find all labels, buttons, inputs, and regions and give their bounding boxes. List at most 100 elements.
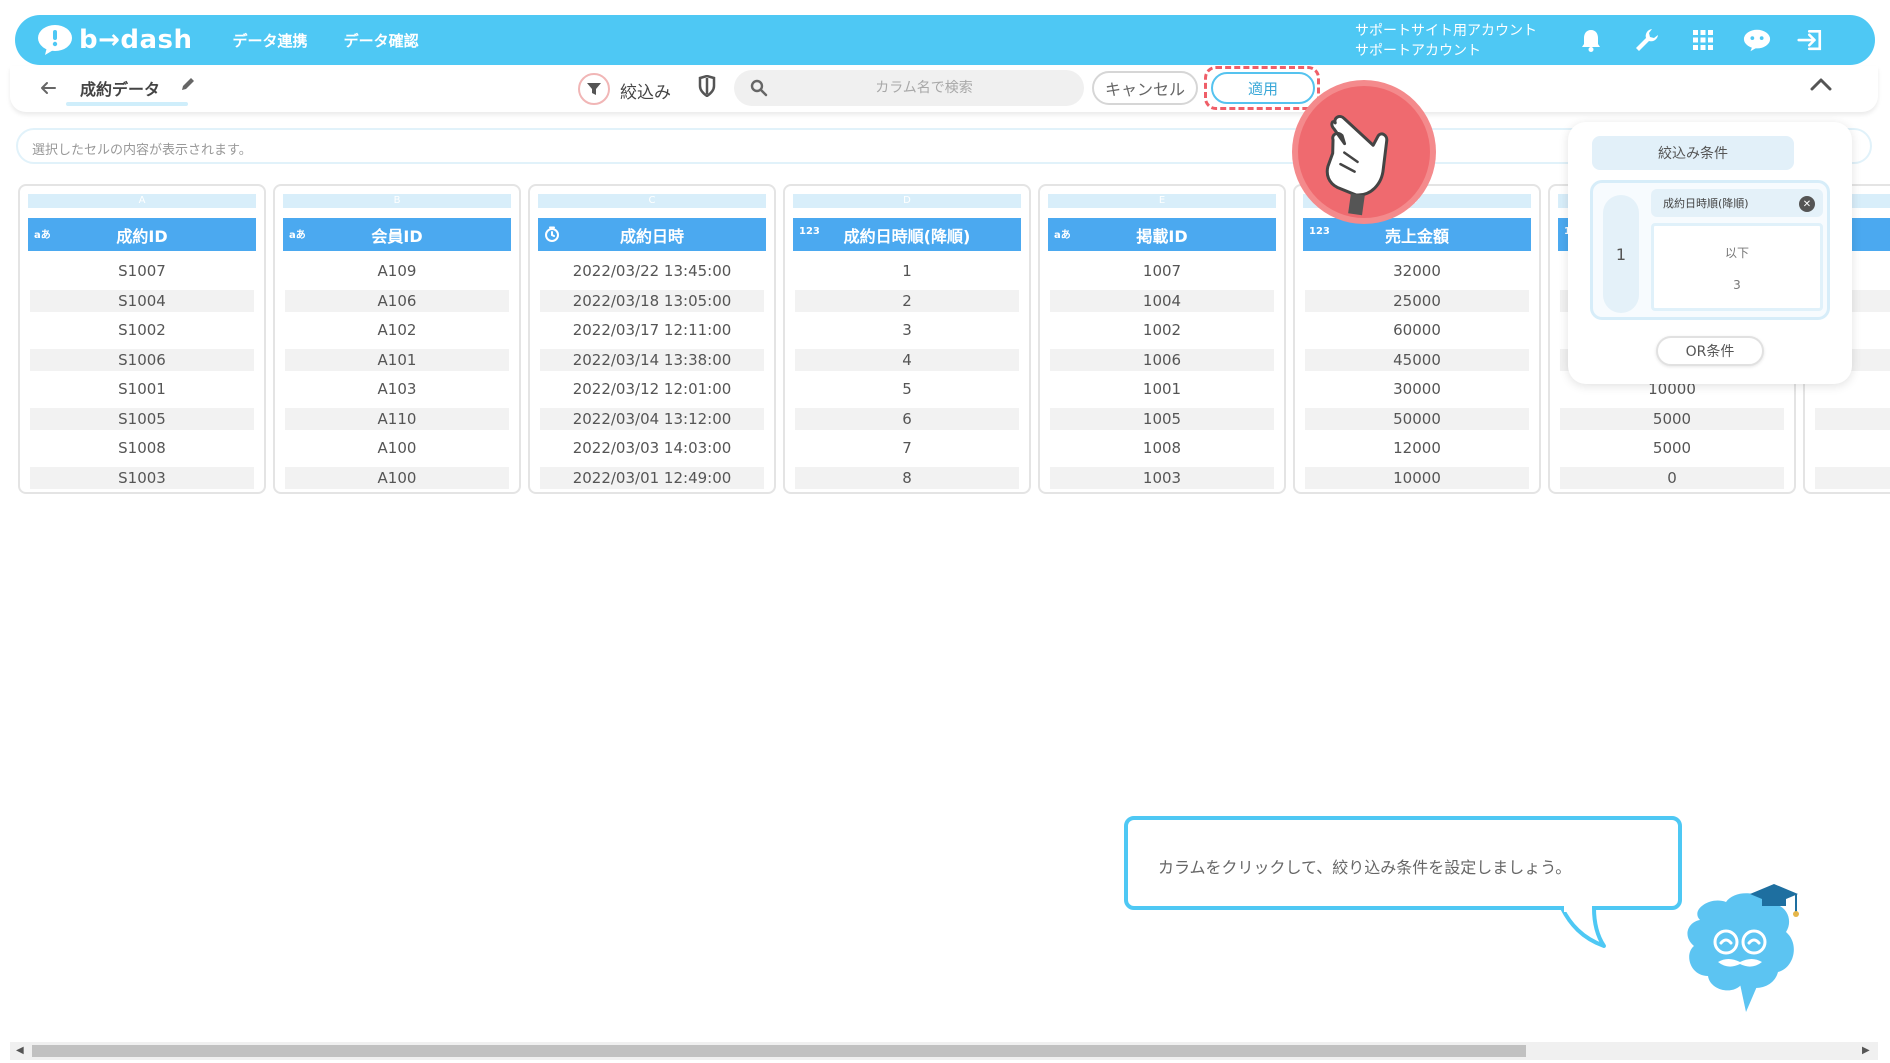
table-cell[interactable]: 1005 (1050, 408, 1274, 430)
condition-value-box[interactable]: 以下 3 (1651, 223, 1823, 311)
column-header[interactable]: 成約日時 (538, 218, 766, 251)
table-cell[interactable]: 1004 (1050, 290, 1274, 312)
table-cell[interactable]: 1003 (1050, 467, 1274, 489)
shield-icon[interactable] (698, 74, 716, 101)
table-cell[interactable]: 45000 (1305, 349, 1529, 371)
table-cell[interactable]: 25000 (1305, 290, 1529, 312)
table-cell[interactable]: 5 (795, 378, 1019, 400)
table-cell[interactable]: A106 (285, 290, 509, 312)
logo[interactable]: b→dash (35, 23, 193, 57)
condition-field[interactable]: 成約日時順(降順) (1651, 189, 1823, 217)
wrench-icon[interactable] (1633, 26, 1661, 54)
remove-condition-icon[interactable]: ✕ (1799, 196, 1815, 212)
table-cell[interactable]: 5000 (1560, 408, 1784, 430)
table-cell[interactable]: 32000 (1305, 260, 1529, 282)
table-cell[interactable]: 60000 (1305, 319, 1529, 341)
guide-text: カラムをクリックして、絞り込み条件を設定しましょう。 (1158, 858, 1572, 877)
table-cell[interactable]: A109 (285, 260, 509, 282)
column-header[interactable]: 123 成約日時順(降順) (793, 218, 1021, 251)
table-cell[interactable]: 2022/03/01 12:49:00 (540, 467, 764, 489)
or-condition-button[interactable]: OR条件 (1656, 336, 1764, 366)
chat-icon[interactable] (1743, 26, 1771, 54)
back-icon[interactable] (40, 76, 56, 100)
scroll-right-icon[interactable]: ▶ (1862, 1045, 1870, 1056)
column-card[interactable]: Eaあ 掲載ID 1007 1004 1002 1006 1001 1005 1008 1003 (1038, 184, 1286, 494)
table-cell[interactable]: 12000 (1305, 437, 1529, 459)
table-cell[interactable]: 2022/03/18 13:05:00 (540, 290, 764, 312)
table-cell[interactable]: S1002 (30, 319, 254, 341)
column-card[interactable]: F123売上金額32000250006000045000300005000012… (1293, 184, 1541, 494)
table-cell[interactable]: 2022/03/14 13:38:00 (540, 349, 764, 371)
cancel-button[interactable]: キャンセル (1092, 71, 1198, 105)
table-cell[interactable]: S1005 (30, 408, 254, 430)
column-letter: C (538, 194, 766, 208)
condition-operator[interactable]: 以下 (1654, 244, 1820, 261)
table-cell[interactable]: 2 (795, 290, 1019, 312)
nav-data-integration[interactable]: データ連携 (233, 30, 308, 51)
filter-label: 絞込み (620, 83, 671, 103)
column-card[interactable]: Aaあ 成約ID S1007 S1004 S1002 S1006 S1001 S1005 S10… (18, 184, 266, 494)
table-cell[interactable]: 1008 (1050, 437, 1274, 459)
filter-button[interactable] (578, 73, 610, 105)
table-cell[interactable]: 1 (795, 260, 1019, 282)
search-input[interactable] (784, 70, 1064, 106)
horizontal-scrollbar[interactable]: ◀ ▶ (10, 1042, 1878, 1060)
table-cell[interactable]: 6 (795, 408, 1019, 430)
table-cell[interactable]: 1001 (1050, 378, 1274, 400)
table-cell[interactable]: 4 (795, 349, 1019, 371)
clock-icon (544, 226, 560, 245)
table-cell[interactable] (1815, 467, 1890, 489)
column-header[interactable]: aあ 会員ID (283, 218, 511, 251)
table-cell[interactable]: A100 (285, 467, 509, 489)
table-cell[interactable]: 3 (795, 319, 1019, 341)
scrollbar-thumb[interactable] (32, 1045, 1526, 1057)
scroll-left-icon[interactable]: ◀ (16, 1045, 24, 1056)
table-cell[interactable]: A102 (285, 319, 509, 341)
table-cell[interactable]: 1007 (1050, 260, 1274, 282)
grid-icon[interactable] (1689, 26, 1717, 54)
table-cell[interactable]: 2022/03/12 12:01:00 (540, 378, 764, 400)
column-card[interactable]: C 成約日時 2022/03/22 13:45:00 2022/03/18 13:05… (528, 184, 776, 494)
table-cell[interactable]: 7 (795, 437, 1019, 459)
table-cell[interactable] (1815, 408, 1890, 430)
table-cell[interactable]: 5000 (1560, 437, 1784, 459)
column-name: 成約日時 (619, 226, 684, 246)
type-tag: aあ (1054, 230, 1071, 241)
table-cell[interactable]: S1003 (30, 467, 254, 489)
table-cell[interactable]: 10000 (1305, 467, 1529, 489)
table-cell[interactable]: A101 (285, 349, 509, 371)
table-cell[interactable]: 2022/03/03 14:03:00 (540, 437, 764, 459)
table-cell[interactable]: S1006 (30, 349, 254, 371)
bell-icon[interactable] (1577, 26, 1605, 54)
table-cell[interactable]: S1001 (30, 378, 254, 400)
nav-data-check[interactable]: データ確認 (344, 30, 419, 51)
logout-icon[interactable] (1797, 26, 1825, 54)
table-cell[interactable]: 2022/03/22 13:45:00 (540, 260, 764, 282)
table-cell[interactable]: 1006 (1050, 349, 1274, 371)
account-info[interactable]: サポートサイト用アカウント サポートアカウント (1355, 21, 1537, 61)
table-cell[interactable]: 8 (795, 467, 1019, 489)
table-cell[interactable]: 1002 (1050, 319, 1274, 341)
table-cell[interactable]: S1008 (30, 437, 254, 459)
table-cell[interactable]: A100 (285, 437, 509, 459)
table-cell[interactable]: 2022/03/17 12:11:00 (540, 319, 764, 341)
table-cell[interactable]: 0 (1560, 467, 1784, 489)
table-cell[interactable]: S1004 (30, 290, 254, 312)
column-card[interactable]: Baあ 会員ID A109 A106 A102 A101 A103 A110 A100 A100 (273, 184, 521, 494)
table-cell[interactable] (1815, 437, 1890, 459)
type-tag: 123 (1309, 226, 1330, 237)
condition-value[interactable]: 3 (1654, 278, 1820, 292)
column-header[interactable]: aあ 成約ID (28, 218, 256, 251)
table-cell[interactable]: 30000 (1305, 378, 1529, 400)
table-cell[interactable]: 2022/03/04 13:12:00 (540, 408, 764, 430)
column-header[interactable]: aあ 掲載ID (1048, 218, 1276, 251)
table-cell[interactable]: A103 (285, 378, 509, 400)
chevron-up-icon[interactable] (1810, 76, 1832, 95)
table-cell[interactable]: 50000 (1305, 408, 1529, 430)
pencil-icon[interactable] (180, 76, 196, 96)
table-cell[interactable]: A110 (285, 408, 509, 430)
table-cell[interactable]: S1007 (30, 260, 254, 282)
column-name: 掲載ID (1136, 226, 1188, 246)
column-card[interactable]: D 123 成約日時順(降順) 1 2 3 4 5 6 7 8 (783, 184, 1031, 494)
column-name: 成約ID (116, 226, 168, 246)
